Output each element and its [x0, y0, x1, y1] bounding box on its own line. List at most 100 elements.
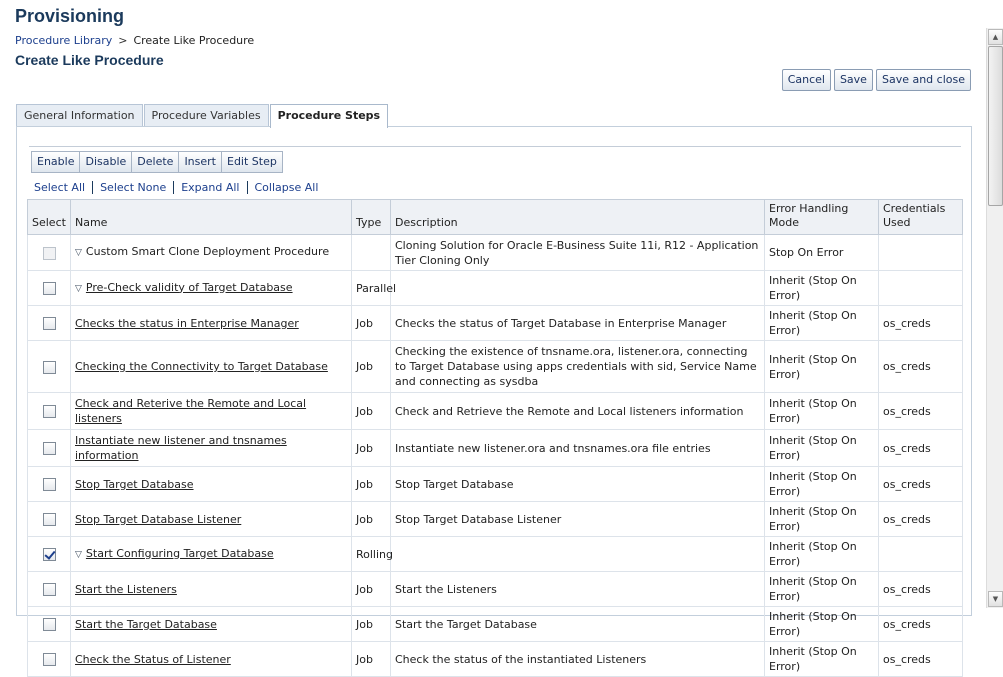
error-mode-cell: Stop On Error — [764, 234, 879, 271]
link-separator — [92, 181, 94, 194]
step-link[interactable]: Instantiate new listener and tnsnames in… — [75, 434, 287, 462]
description-cell: Checks the status of Target Database in … — [390, 305, 765, 341]
type-cell — [351, 234, 391, 271]
row-checkbox[interactable] — [42, 442, 56, 455]
description-cell: Check and Retrieve the Remote and Local … — [390, 392, 765, 430]
description-cell: Checking the existence of tnsname.ora, l… — [390, 340, 765, 393]
tab-procedure-steps[interactable]: Procedure Steps — [269, 104, 389, 128]
procedure-steps-panel: Enable Disable Delete Insert Edit Step S… — [16, 126, 972, 677]
credentials-cell: os_creds — [878, 429, 963, 467]
cancel-button[interactable]: Cancel — [781, 69, 831, 91]
error-mode-cell: Inherit (Stop On Error) — [764, 536, 879, 572]
expanded-triangle-icon[interactable]: ▽ — [75, 246, 82, 261]
step-link[interactable]: Start Configuring Target Database — [86, 547, 274, 560]
row-checkbox[interactable] — [42, 513, 56, 526]
table-row: Stop Target Database Listener Job Stop T… — [27, 501, 963, 537]
tab-bar: General Information Procedure Variables … — [16, 104, 389, 128]
table-row: Instantiate new listener and tnsnames in… — [27, 429, 963, 467]
delete-button[interactable]: Delete — [132, 152, 180, 172]
save-and-close-button[interactable]: Save and close — [875, 69, 971, 91]
breadcrumb-procedure-library-link[interactable]: Procedure Library — [15, 34, 112, 47]
select-all-link[interactable]: Select All — [34, 181, 85, 194]
save-button[interactable]: Save — [833, 69, 873, 91]
description-cell: Stop Target Database Listener — [390, 501, 765, 537]
row-checkbox[interactable] — [42, 618, 56, 631]
select-cell — [27, 466, 71, 502]
step-link[interactable]: Pre-Check validity of Target Database — [86, 281, 293, 294]
step-link[interactable]: Stop Target Database — [75, 478, 194, 491]
disable-button[interactable]: Disable — [80, 152, 133, 172]
row-checkbox[interactable] — [42, 317, 56, 330]
row-checkbox[interactable] — [42, 548, 56, 561]
step-link[interactable]: Check the Status of Listener — [75, 653, 231, 666]
credentials-cell — [878, 270, 963, 306]
column-header-description[interactable]: Description — [390, 199, 765, 235]
type-cell: Rolling — [351, 536, 393, 572]
table-row: Check and Reterive the Remote and Local … — [27, 392, 963, 430]
enable-button[interactable]: Enable — [32, 152, 81, 172]
procedure-steps-table: Select Name Type Description Error Handl… — [27, 199, 963, 677]
step-link[interactable]: Start the Listeners — [75, 583, 177, 596]
expand-all-link[interactable]: Expand All — [181, 181, 239, 194]
row-checkbox[interactable] — [42, 478, 56, 491]
type-cell: Job — [351, 466, 391, 502]
column-header-error-handling-mode[interactable]: Error Handling Mode — [764, 199, 879, 235]
row-checkbox[interactable] — [42, 282, 56, 295]
description-cell: Start the Listeners — [390, 571, 765, 607]
credentials-cell: os_creds — [878, 501, 963, 537]
edit-step-button[interactable]: Edit Step — [222, 152, 282, 172]
table-row: ▽ Start Configuring Target Database Rolli… — [27, 536, 963, 572]
type-cell: Job — [351, 305, 391, 341]
scrollbar-thumb[interactable] — [988, 46, 1003, 206]
step-link[interactable]: Checking the Connectivity to Target Data… — [75, 360, 328, 373]
name-cell: ▽ Custom Smart Clone Deployment Procedure — [70, 234, 352, 271]
select-cell — [27, 305, 71, 341]
row-checkbox[interactable] — [42, 360, 56, 374]
vertical-scrollbar[interactable]: ▲ ▼ — [986, 28, 1003, 608]
tab-procedure-variables[interactable]: Procedure Variables — [143, 104, 269, 127]
type-cell: Job — [351, 641, 391, 677]
insert-button[interactable]: Insert — [179, 152, 222, 172]
credentials-cell: os_creds — [878, 466, 963, 502]
description-cell — [390, 536, 765, 572]
name-cell: ▽ Start Configuring Target Database — [70, 536, 352, 572]
collapse-all-link[interactable]: Collapse All — [255, 181, 319, 194]
table-row: ▽ Pre-Check validity of Target Database P… — [27, 270, 963, 306]
name-cell: Checking the Connectivity to Target Data… — [70, 340, 352, 393]
select-cell — [27, 234, 71, 271]
type-cell: Job — [351, 501, 391, 537]
table-row: Checks the status in Enterprise Manager … — [27, 305, 963, 341]
step-link[interactable]: Start the Target Database — [75, 618, 217, 631]
name-cell: Checks the status in Enterprise Manager — [70, 305, 352, 341]
column-header-credentials-used[interactable]: Credentials Used — [878, 199, 963, 235]
name-cell: Instantiate new listener and tnsnames in… — [70, 429, 352, 467]
expanded-triangle-icon[interactable]: ▽ — [75, 548, 82, 563]
table-row: Stop Target Database Job Stop Target Dat… — [27, 466, 963, 502]
select-cell — [27, 270, 71, 306]
name-cell: Check and Reterive the Remote and Local … — [70, 392, 352, 430]
row-checkbox[interactable] — [42, 583, 56, 596]
row-checkbox[interactable] — [42, 246, 56, 260]
step-link[interactable]: Checks the status in Enterprise Manager — [75, 317, 299, 330]
select-cell — [27, 536, 71, 572]
scroll-up-arrow-icon[interactable]: ▲ — [988, 29, 1003, 45]
row-checkbox[interactable] — [42, 405, 56, 418]
error-mode-cell: Inherit (Stop On Error) — [764, 270, 879, 306]
scroll-down-arrow-icon[interactable]: ▼ — [988, 591, 1003, 607]
name-cell: Start the Listeners — [70, 571, 352, 607]
credentials-cell: os_creds — [878, 305, 963, 341]
row-checkbox[interactable] — [42, 653, 56, 666]
tab-general-information[interactable]: General Information — [16, 104, 143, 127]
column-header-name[interactable]: Name — [70, 199, 352, 235]
step-link[interactable]: Stop Target Database Listener — [75, 513, 241, 526]
type-cell: Job — [351, 606, 391, 642]
column-header-type[interactable]: Type — [351, 199, 391, 235]
name-cell: Stop Target Database Listener — [70, 501, 352, 537]
description-cell: Instantiate new listener.ora and tnsname… — [390, 429, 765, 467]
error-mode-cell: Inherit (Stop On Error) — [764, 392, 879, 430]
error-mode-cell: Inherit (Stop On Error) — [764, 606, 879, 642]
credentials-cell: os_creds — [878, 606, 963, 642]
select-none-link[interactable]: Select None — [100, 181, 166, 194]
expanded-triangle-icon[interactable]: ▽ — [75, 282, 82, 297]
step-link[interactable]: Check and Reterive the Remote and Local … — [75, 397, 306, 425]
